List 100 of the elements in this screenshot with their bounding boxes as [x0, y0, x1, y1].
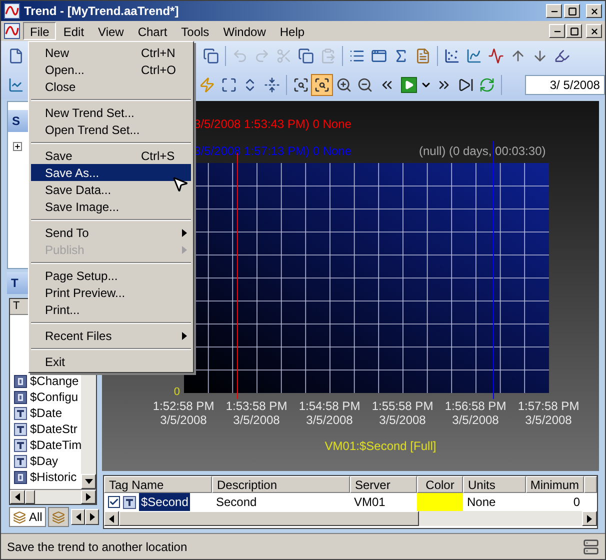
menu-item[interactable]: Open Trend Set... [31, 121, 191, 138]
column-header[interactable]: Color [417, 476, 463, 493]
minimize-button[interactable] [546, 4, 562, 18]
document-icon [4, 23, 20, 39]
menu-item[interactable]: Save As... [31, 164, 191, 181]
horizontal-scrollbar[interactable] [10, 489, 96, 504]
tag-name: $Date [30, 405, 62, 422]
tag-list-item[interactable]: $Configu [10, 389, 81, 405]
restore-button[interactable] [566, 24, 582, 38]
menu-item[interactable]: Window [216, 22, 273, 40]
minimize-button[interactable] [549, 24, 565, 38]
legend-label: VM01:$Second [Full] [324, 438, 436, 455]
close-button[interactable] [586, 24, 602, 38]
menu-item[interactable]: Send To [31, 224, 191, 241]
menu-item[interactable]: Print Preview... [31, 284, 191, 301]
close-button[interactable] [586, 4, 602, 18]
close-icon [590, 26, 598, 36]
panel-tab[interactable]: All [9, 507, 46, 527]
menu-item[interactable]: Save Data... [31, 181, 191, 198]
scroll-left-button[interactable] [71, 509, 86, 525]
column-header[interactable]: Minimum [526, 476, 584, 493]
date-field[interactable]: 3/ 5/2008 [524, 74, 605, 94]
tag-list-item[interactable]: $Historic [10, 469, 81, 485]
arrow-down-icon [532, 48, 548, 64]
scroll-left-button[interactable] [104, 511, 119, 526]
window-icon [371, 48, 387, 64]
scroll-thumb[interactable] [119, 511, 419, 526]
menu-item[interactable]: Recent Files [31, 327, 191, 344]
column-header[interactable]: Tag Name [104, 476, 212, 493]
integer-tag-icon [14, 470, 27, 484]
column-header[interactable]: Description [212, 476, 350, 493]
panel-title: S [12, 113, 20, 130]
menu-item[interactable]: New Trend Set... [31, 104, 191, 121]
menu-item[interactable]: Chart [130, 22, 174, 40]
x-axis-date-label: 3/5/2008 [379, 413, 426, 427]
new-document-icon [8, 48, 24, 64]
column-header[interactable]: T [10, 299, 30, 315]
scroll-down-button[interactable] [81, 474, 96, 489]
document-icon [415, 48, 431, 64]
paste-icon [320, 48, 336, 64]
tag-name: $DateStr [30, 421, 78, 438]
x-axis-time-label: 1:55:58 PM [372, 399, 434, 413]
maximize-button[interactable] [564, 4, 580, 18]
arrow-left-icon [109, 514, 114, 522]
menu-item[interactable]: Save Image... [31, 198, 191, 215]
copy-icon [298, 48, 314, 64]
scroll-thumb[interactable] [25, 490, 35, 504]
highlighter-icon [554, 48, 570, 64]
y-axis-label: 0 [174, 387, 180, 398]
menu-item[interactable]: Save Ctrl+S [31, 147, 191, 164]
menu-item[interactable]: Print... [31, 301, 191, 318]
horizontal-scrollbar[interactable] [104, 511, 597, 526]
cursor-label: 3/5/2008 1:57:13 PM) 0 None [194, 143, 352, 160]
play-icon [400, 76, 417, 92]
tag-list-item[interactable]: $DateStr [10, 421, 81, 437]
column-header[interactable]: Units [463, 476, 526, 493]
menu-item[interactable]: Edit [56, 22, 92, 40]
menu-item[interactable]: Help [272, 22, 312, 40]
scroll-right-button[interactable] [582, 511, 597, 526]
maximize-icon [570, 26, 578, 36]
column-header[interactable]: Server [350, 476, 417, 493]
string-tag-icon [14, 406, 27, 420]
scroll-right-button[interactable] [85, 509, 100, 525]
cascade-windows-icon [203, 48, 219, 64]
string-tag-icon [14, 454, 27, 468]
zoom-box-icon [292, 76, 309, 92]
tag-name: $Historic [30, 469, 77, 486]
submenu-arrow-icon [182, 246, 187, 254]
x-axis-date-label: 3/5/2008 [160, 413, 207, 427]
x-axis-time-label: 1:56:58 PM [444, 399, 506, 413]
menu-item[interactable]: Page Setup... [31, 267, 191, 284]
toolbar-button[interactable] [311, 74, 333, 96]
tree-expander[interactable] [13, 142, 22, 151]
cursor-label: 3/5/2008 1:53:43 PM) 0 None [194, 116, 352, 133]
tag-list-item[interactable]: $DateTim [10, 437, 81, 453]
scroll-left-button[interactable] [10, 490, 25, 504]
menu-item[interactable]: Open... Ctrl+O [31, 61, 191, 78]
menu-item[interactable]: New Ctrl+N [31, 44, 191, 61]
arrow-right-icon [86, 493, 91, 501]
tag-group-icon [52, 510, 66, 524]
tag-list-item[interactable]: $Change [10, 373, 81, 389]
maximize-icon [568, 6, 576, 16]
menu-item[interactable]: Tools [174, 22, 216, 40]
scroll-right-button[interactable] [81, 490, 96, 504]
tag-list-item[interactable]: $Date [10, 405, 81, 421]
table-cell-text: None [466, 494, 497, 511]
menu-item[interactable]: File [23, 22, 56, 40]
row-checkbox[interactable] [108, 496, 120, 508]
panel-title: T [11, 275, 18, 292]
table-cell-text: VM01 [353, 494, 386, 511]
tag-name: $Day [30, 453, 58, 470]
x-axis-date-label: 3/5/2008 [233, 413, 280, 427]
string-tag-icon [14, 422, 27, 436]
redo-icon [254, 48, 270, 64]
menu-item[interactable]: Close [31, 78, 191, 95]
menu-item[interactable]: View [91, 22, 131, 40]
tag-list-item[interactable]: $Day [10, 453, 81, 469]
x-axis-date-label: 3/5/2008 [452, 413, 499, 427]
menu-item[interactable]: Exit [31, 353, 191, 370]
wave-chart-icon [488, 48, 504, 64]
